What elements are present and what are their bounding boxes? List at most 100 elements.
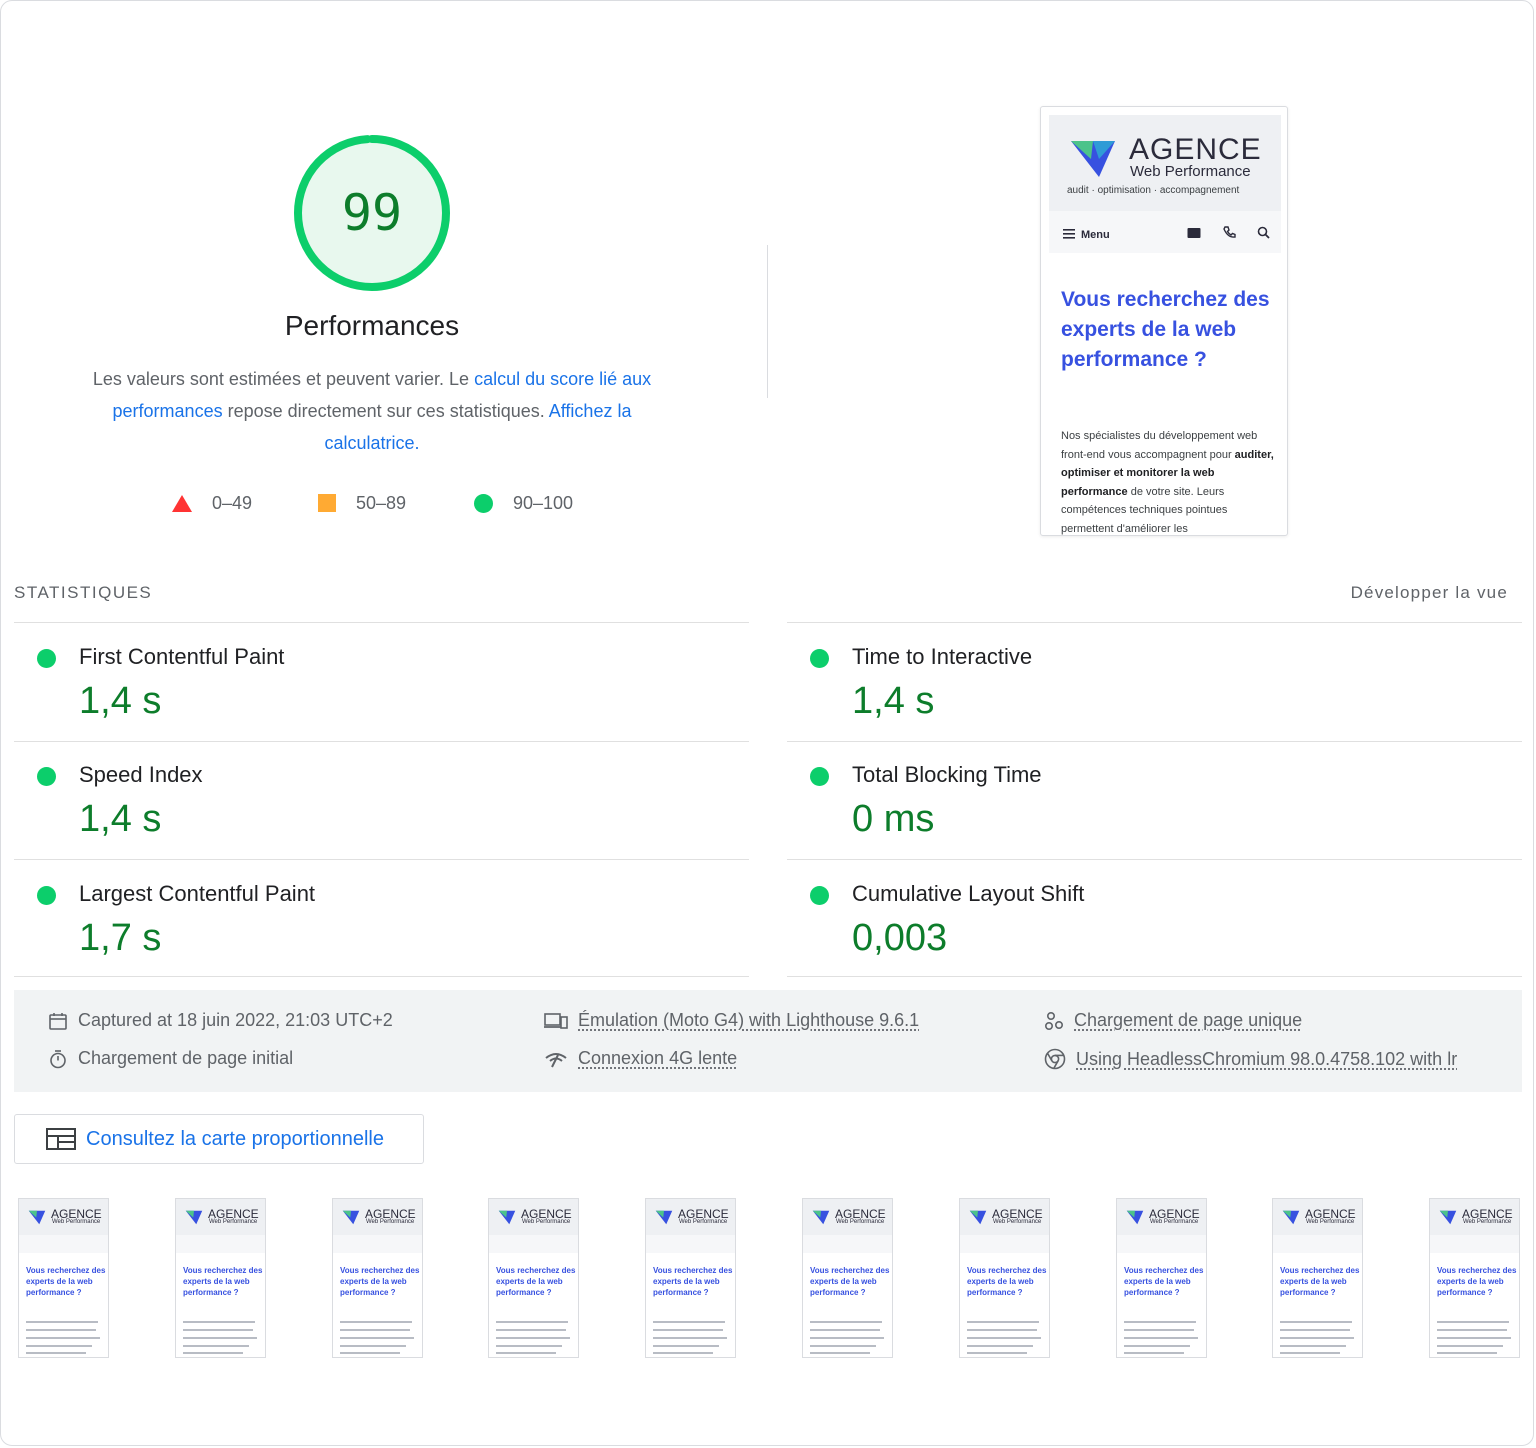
metrics-divider — [787, 859, 1522, 860]
filmstrip: AGENCE Web Performance Vous recherchez des… — [18, 1198, 1523, 1360]
frame-text-line — [26, 1337, 100, 1339]
agence-logo-icon — [498, 1210, 516, 1225]
agence-logo-icon — [342, 1210, 360, 1225]
frame-text-line — [1437, 1329, 1507, 1331]
frame-nav — [803, 1235, 892, 1253]
frame-nav — [176, 1235, 265, 1253]
frame-text-line — [1124, 1345, 1190, 1347]
frame-brand-sub: Web Performance — [52, 1219, 101, 1225]
pass-circle-icon — [37, 649, 56, 668]
preview-body-text: Nos spécialistes du développement web fr… — [1061, 430, 1258, 461]
frame-text-line — [810, 1321, 882, 1323]
preview-body: Nos spécialistes du développement web fr… — [1061, 427, 1276, 535]
legend-average: 50–89 — [318, 490, 406, 516]
frame-brand-sub: Web Performance — [993, 1219, 1042, 1225]
filmstrip-frame: AGENCE Web Performance Vous recherchez des… — [802, 1198, 893, 1358]
frame-brand-sub: Web Performance — [366, 1219, 415, 1225]
filmstrip-frame: AGENCE Web Performance Vous recherchez des… — [488, 1198, 579, 1358]
agence-logo-icon — [969, 1210, 987, 1225]
frame-text-line — [183, 1352, 243, 1354]
frame-text-line — [340, 1337, 414, 1339]
frame-text-line — [1280, 1345, 1346, 1347]
metric-largest-contentful-paint: Largest Contentful Paint 1,7 s — [14, 861, 749, 979]
frame-heading: Vous recherchez des experts de la web pe… — [1124, 1266, 1204, 1297]
orange-square-icon — [318, 494, 336, 512]
frame-nav — [19, 1235, 108, 1253]
metric-title: Cumulative Layout Shift — [852, 881, 1085, 906]
frame-text-line — [967, 1352, 1027, 1354]
frame-text-line — [183, 1321, 255, 1323]
device-emulation-text: Émulation (Moto G4) with Lighthouse 9.6.… — [578, 1010, 920, 1030]
frame-text-line — [810, 1337, 884, 1339]
score-value: 99 — [341, 184, 403, 242]
frame-text-line — [183, 1345, 249, 1347]
view-treemap-button[interactable]: Consultez la carte proportionnelle — [14, 1114, 424, 1164]
stopwatch-icon — [50, 1049, 66, 1068]
frame-text-line — [496, 1345, 562, 1347]
devices-icon — [544, 1012, 568, 1029]
metric-value: 0,003 — [852, 917, 948, 959]
frame-text-line — [183, 1329, 253, 1331]
network-throttling-text: Connexion 4G lente — [578, 1048, 738, 1068]
metrics-divider — [787, 622, 1522, 623]
frame-text-line — [496, 1329, 566, 1331]
captured-at: Captured at 18 juin 2022, 21:03 UTC+2 — [48, 1010, 393, 1031]
legend-pass: 90–100 — [474, 490, 573, 516]
frame-text-line — [26, 1321, 98, 1323]
expand-view-toggle[interactable]: Développer la vue — [1351, 583, 1508, 603]
pass-circle-icon — [810, 886, 829, 905]
agence-logo-icon — [1282, 1210, 1300, 1225]
metric-first-contentful-paint: First Contentful Paint 1,4 s — [14, 624, 749, 742]
final-screenshot[interactable]: AGENCE Web Performance audit · optimisat… — [1040, 106, 1288, 536]
frame-text-line — [340, 1352, 400, 1354]
preview-heading: Vous recherchez des experts de la web pe… — [1061, 288, 1270, 371]
red-triangle-icon — [172, 494, 192, 512]
frame-text-line — [1437, 1345, 1503, 1347]
metrics-divider — [14, 859, 749, 860]
frame-text-line — [967, 1321, 1039, 1323]
agence-logo-icon — [655, 1210, 673, 1225]
frame-text-line — [1124, 1329, 1194, 1331]
filmstrip-frame: AGENCE Web Performance Vous recherchez des… — [1429, 1198, 1520, 1358]
frame-brand-sub: Web Performance — [1463, 1219, 1512, 1225]
metric-title: Largest Contentful Paint — [79, 881, 316, 906]
frame-brand-sub: Web Performance — [836, 1219, 885, 1225]
frame-text-line — [1280, 1321, 1352, 1323]
metric-cumulative-layout-shift: Cumulative Layout Shift 0,003 — [787, 861, 1522, 979]
signal-icon — [545, 1052, 567, 1067]
view-treemap-label: Consultez la carte proportionnelle — [86, 1127, 384, 1150]
frame-text-line — [496, 1337, 570, 1339]
legend-fail: 0–49 — [172, 490, 252, 516]
frame-text-line — [1437, 1321, 1509, 1323]
agence-logo-icon — [185, 1210, 203, 1225]
hamburger-icon — [1063, 229, 1075, 239]
single-page-load-text: Chargement de page unique — [1074, 1010, 1303, 1030]
calendar-icon — [49, 1012, 67, 1030]
frame-heading: Vous recherchez des experts de la web pe… — [183, 1266, 263, 1297]
frame-nav — [960, 1235, 1049, 1253]
filmstrip-frame: AGENCE Web Performance Vous recherchez des… — [175, 1198, 266, 1358]
frame-text-line — [1124, 1337, 1198, 1339]
network-throttling[interactable]: Connexion 4G lente — [544, 1048, 737, 1069]
agence-logo-icon — [28, 1210, 46, 1225]
frame-text-line — [340, 1329, 410, 1331]
frame-text-line — [653, 1345, 719, 1347]
metric-speed-index: Speed Index 1,4 s — [14, 742, 749, 860]
initial-page-load-text: Chargement de page initial — [78, 1048, 294, 1068]
frame-text-line — [810, 1352, 870, 1354]
preview-tagline: audit · optimisation · accompagnement — [1067, 185, 1240, 196]
frame-text-line — [1124, 1321, 1196, 1323]
metrics-divider — [14, 622, 749, 623]
nodes-icon — [1044, 1011, 1064, 1030]
frame-text-line — [653, 1352, 713, 1354]
frame-text-line — [1280, 1337, 1354, 1339]
score-desc-text: Les valeurs sont estimées et peuvent var… — [92, 369, 475, 389]
preview-brand-sub: Web Performance — [1130, 163, 1251, 180]
score-description: Les valeurs sont estimées et peuvent var… — [72, 363, 672, 459]
search-icon — [1257, 226, 1270, 239]
frame-text-line — [967, 1329, 1037, 1331]
metric-value: 1,7 s — [79, 917, 162, 959]
device-emulation[interactable]: Émulation (Moto G4) with Lighthouse 9.6.… — [544, 1010, 919, 1031]
browser-version[interactable]: Using HeadlessChromium 98.0.4758.102 wit… — [1044, 1048, 1457, 1070]
single-page-load[interactable]: Chargement de page unique — [1044, 1010, 1302, 1031]
